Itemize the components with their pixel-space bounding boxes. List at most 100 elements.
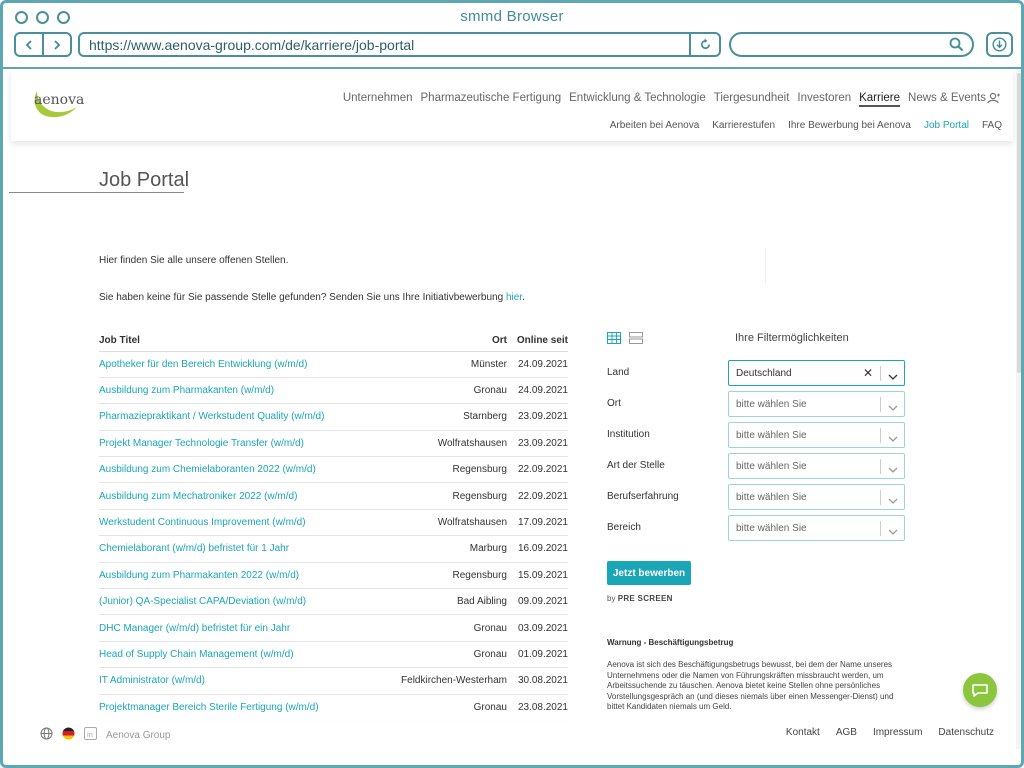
footer-group-label[interactable]: Aenova Group [106,730,171,741]
nav-item-news-events[interactable]: News & Events [908,92,986,107]
nav-item-pharmazeutische-fertigung[interactable]: Pharmazeutische Fertigung [421,92,562,107]
scrollbar-thumb[interactable] [1017,73,1021,373]
nav-item-karriere[interactable]: Karriere [859,92,901,107]
download-button[interactable] [986,32,1013,57]
table-row[interactable]: Werkstudent Continuous Improvement (w/m/… [99,509,568,537]
svg-text:in: in [87,730,93,739]
job-title-link[interactable]: Projekt Manager Technologie Transfer (w/… [99,430,376,458]
job-title-link[interactable]: Pharmaziepraktikant / Werkstudent Qualit… [99,403,376,431]
nav-item-entwicklung-technologie[interactable]: Entwicklung & Technologie [569,92,706,107]
clear-icon[interactable]: ✕ [863,366,873,380]
grid-view-icon[interactable] [607,331,621,349]
chevron-down-icon[interactable] [888,461,898,479]
search-icon[interactable] [949,37,964,57]
job-date: 01.09.2021 [514,641,568,669]
chevron-down-icon[interactable] [888,368,898,386]
list-view-icon[interactable] [629,331,643,349]
nav-item-tiergesundheit[interactable]: Tiergesundheit [714,92,790,107]
header-online-seit[interactable]: Online seit [514,330,568,352]
job-location: Münster [375,351,514,378]
browser-search-input[interactable] [729,32,974,57]
filter-label: Bereich [607,522,641,533]
chevron-down-icon[interactable] [888,492,898,510]
job-title-link[interactable]: Ausbildung zum Pharmakanten (w/m/d) [99,377,376,405]
site-header: aenova Unternehmen Pharmazeutische Ferti… [11,69,1013,141]
chevron-down-icon[interactable] [888,523,898,541]
table-row[interactable]: Chemielaborant (w/m/d) befristet für 1 J… [99,535,568,563]
initiative-text-end: . [522,292,525,303]
table-row[interactable]: Apotheker für den Bereich Entwicklung (w… [99,351,568,378]
footer-link-datenschutz[interactable]: Datenschutz [938,727,994,738]
table-row[interactable]: Pharmaziepraktikant / Werkstudent Qualit… [99,403,568,431]
job-date: 30.08.2021 [514,667,568,695]
job-title-link[interactable]: Ausbildung zum Pharmakanten 2022 (w/m/d) [99,562,376,590]
select-divider [880,490,881,505]
prescreen-logo[interactable]: PRE SCREEN [618,594,673,603]
job-title-link[interactable]: (Junior) QA-Specialist CAPA/Deviation (w… [99,588,376,616]
table-row[interactable]: Head of Supply Chain Management (w/m/d) G… [99,641,568,669]
view-toggle [607,331,643,349]
table-row[interactable]: (Junior) QA-Specialist CAPA/Deviation (w… [99,588,568,616]
table-row[interactable]: Projekt Manager Technologie Transfer (w/… [99,430,568,458]
filter-select[interactable]: bitte wählen Sie [728,484,905,510]
job-title-link[interactable]: Apotheker für den Bereich Entwicklung (w… [99,351,376,378]
subnav-item-bewerbung[interactable]: Ihre Bewerbung bei Aenova [788,120,911,131]
nav-item-investoren[interactable]: Investoren [797,92,851,107]
url-text: https://www.aenova-group.com/de/karriere… [89,37,415,53]
table-row[interactable]: Ausbildung zum Mechatroniker 2022 (w/m/d… [99,482,568,510]
initiative-link[interactable]: hier [506,292,522,303]
initiative-text: Sie haben keine für Sie passende Stelle … [99,292,525,303]
job-location: Bad Aibling [375,588,514,616]
job-title-link[interactable]: Ausbildung zum Mechatroniker 2022 (w/m/d… [99,482,376,510]
filter-row-bereich: Bereich bitte wählen Sie [607,515,905,541]
address-bar[interactable]: https://www.aenova-group.com/de/karriere… [78,32,721,57]
job-date: 22.09.2021 [514,456,568,484]
linkedin-icon[interactable]: in [84,727,97,743]
warning-title: Warnung - Beschäftigungsbetrug [607,638,734,647]
table-row[interactable]: Ausbildung zum Pharmakanten 2022 (w/m/d)… [99,562,568,590]
subnav-item-faq[interactable]: FAQ [982,120,1002,131]
apply-button[interactable]: Jetzt bewerben [607,561,691,585]
table-row[interactable]: IT Administrator (w/m/d) Feldkirchen-West… [99,667,568,695]
job-title-link[interactable]: IT Administrator (w/m/d) [99,667,376,695]
back-button[interactable] [16,34,42,55]
job-location: Gronau [375,694,514,721]
footer-link-kontakt[interactable]: Kontakt [786,727,820,738]
job-title-link[interactable]: DHC Manager (w/m/d) befristet für ein Ja… [99,614,376,642]
subnav-item-arbeiten[interactable]: Arbeiten bei Aenova [610,120,700,131]
nav-item-unternehmen[interactable]: Unternehmen [343,92,413,107]
job-location: Regensburg [375,456,514,484]
table-row[interactable]: Ausbildung zum Pharmakanten (w/m/d) Grona… [99,377,568,405]
job-location: Gronau [375,377,514,405]
filter-select[interactable]: Deutschland ✕ [728,360,905,386]
job-title-link[interactable]: Ausbildung zum Chemielaboranten 2022 (w/… [99,456,376,484]
chat-button[interactable] [963,673,997,707]
job-title-link[interactable]: Werkstudent Continuous Improvement (w/m/… [99,509,376,537]
header-job-title[interactable]: Job Titel [99,330,376,352]
filter-label: Ort [607,398,621,409]
subnav-item-job-portal[interactable]: Job Portal [924,120,969,131]
job-title-link[interactable]: Chemielaborant (w/m/d) befristet für 1 J… [99,535,376,563]
subnav-item-karrierestufen[interactable]: Karrierestufen [712,120,775,131]
footer-link-agb[interactable]: AGB [836,727,857,738]
chevron-down-icon[interactable] [888,399,898,417]
german-flag-icon[interactable] [62,727,75,743]
job-title-link[interactable]: Projektmanager Bereich Sterile Fertigung… [99,694,376,721]
filter-select[interactable]: bitte wählen Sie [728,422,905,448]
forward-button[interactable] [42,34,70,55]
filter-select[interactable]: bitte wählen Sie [728,453,905,479]
table-row[interactable]: Ausbildung zum Chemielaboranten 2022 (w/… [99,456,568,484]
reload-icon [700,38,710,50]
footer-link-impressum[interactable]: Impressum [873,727,922,738]
reload-button[interactable] [689,34,719,55]
user-icon[interactable] [987,91,1001,109]
header-ort[interactable]: Ort [375,330,514,352]
globe-icon[interactable] [40,727,53,743]
table-row[interactable]: Projektmanager Bereich Sterile Fertigung… [99,694,568,721]
filter-select[interactable]: bitte wählen Sie [728,515,905,541]
table-row[interactable]: DHC Manager (w/m/d) befristet für ein Ja… [99,614,568,642]
initiative-text-main: Sie haben keine für Sie passende Stelle … [99,292,506,303]
chevron-down-icon[interactable] [888,430,898,448]
filter-select[interactable]: bitte wählen Sie [728,391,905,417]
job-title-link[interactable]: Head of Supply Chain Management (w/m/d) [99,641,376,669]
